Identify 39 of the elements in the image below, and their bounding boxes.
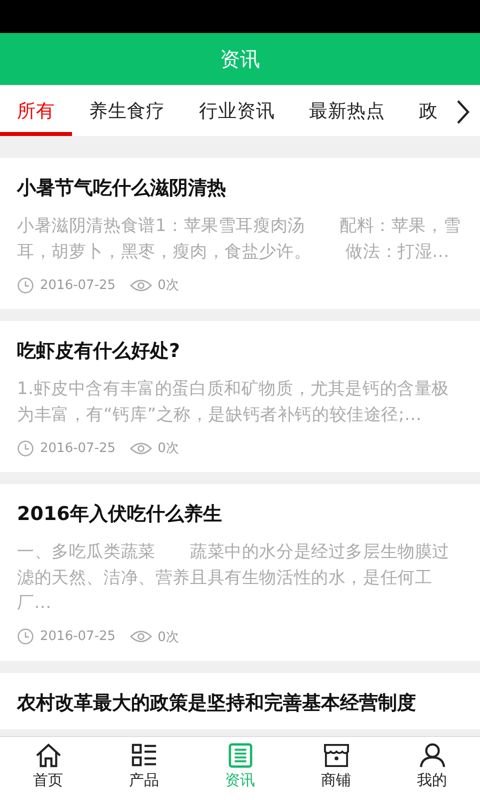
nav-item[interactable]: 我的 <box>384 737 480 800</box>
article-summary: 一、多吃瓜类蔬菜 蔬菜中的水分是经过多层生物膜过滤的天然、洁净、营养且具有生物活性的水，是任何工厂... <box>17 541 450 615</box>
view-count: 0次 <box>158 440 179 457</box>
eye-icon <box>130 629 152 644</box>
clock-icon <box>17 276 34 294</box>
view-count: 0次 <box>158 277 179 294</box>
category-tab[interactable]: 所有 <box>0 85 72 136</box>
article-card[interactable]: 小暑节气吃什么滋阴清热 小暑滋阴清热食谱1：苹果雪耳瘦肉汤 配料：苹果，雪耳，胡萝卜，黑枣，瘦肉，食盐少许。 做法：打湿... 2016-07-25 0次 <box>0 158 480 309</box>
category-tab[interactable]: 养生食疗 <box>72 85 182 136</box>
article-title: 农村改革最大的政策是坚持和完善基本经营制度 <box>17 690 417 714</box>
home-icon <box>34 743 62 768</box>
article-title: 小暑节气吃什么滋阴清热 <box>17 176 227 200</box>
page-title: 资讯 <box>220 46 260 72</box>
category-tab[interactable]: 最新热点 <box>292 85 402 136</box>
view-count: 0次 <box>158 628 179 646</box>
article-summary: 1.虾皮中含有丰富的蛋白质和矿物质，尤其是钙的含量极为丰富，有“钙库”之称，是缺钙者补钙的较佳途径;... <box>17 378 450 426</box>
clock-icon <box>17 628 34 645</box>
eye-icon <box>130 440 152 456</box>
clock-icon <box>17 440 34 456</box>
article-summary: 小暑滋阴清热食谱1：苹果雪耳瘦肉汤 配料：苹果，雪耳，胡萝卜，黑枣，瘦肉，食盐少许。 做法：打湿... <box>17 215 462 264</box>
article-date: 2016-07-25 <box>40 440 116 456</box>
shop-icon <box>322 743 350 768</box>
article-date: 2016-07-25 <box>40 278 116 292</box>
article-title: 2016年入伏吃什么养生 <box>17 502 223 526</box>
user-icon <box>418 743 446 768</box>
article-card[interactable]: 吃虾皮有什么好处? 1.虾皮中含有丰富的蛋白质和矿物质，尤其是钙的含量极为丰富，有“钙库”之称，是缺钙者补钙的较佳途径;... 2016-07-25 0次 <box>0 321 480 472</box>
nav-item[interactable]: 商铺 <box>288 737 384 800</box>
article-card[interactable]: 2016年入伏吃什么养生 一、多吃瓜类蔬菜 蔬菜中的水分是经过多层生物膜过滤的天然、洁净、营养且具有生物活性的水，是任何工厂... 2016-07-25 0次 <box>0 484 480 660</box>
nav-item[interactable]: 产品 <box>96 737 192 800</box>
article-card[interactable]: 农村改革最大的政策是坚持和完善基本经营制度 <box>0 672 480 728</box>
list-icon <box>130 743 158 768</box>
eye-icon <box>130 278 152 292</box>
nav-item[interactable]: 首页 <box>0 737 96 800</box>
chevron-right-icon[interactable] <box>456 99 470 125</box>
document-icon <box>226 743 254 768</box>
category-tab[interactable]: 行业资讯 <box>182 85 292 136</box>
article-date: 2016-07-25 <box>40 629 116 644</box>
category-tab[interactable]: 政 <box>402 85 455 136</box>
article-title: 吃虾皮有什么好处? <box>17 339 182 363</box>
